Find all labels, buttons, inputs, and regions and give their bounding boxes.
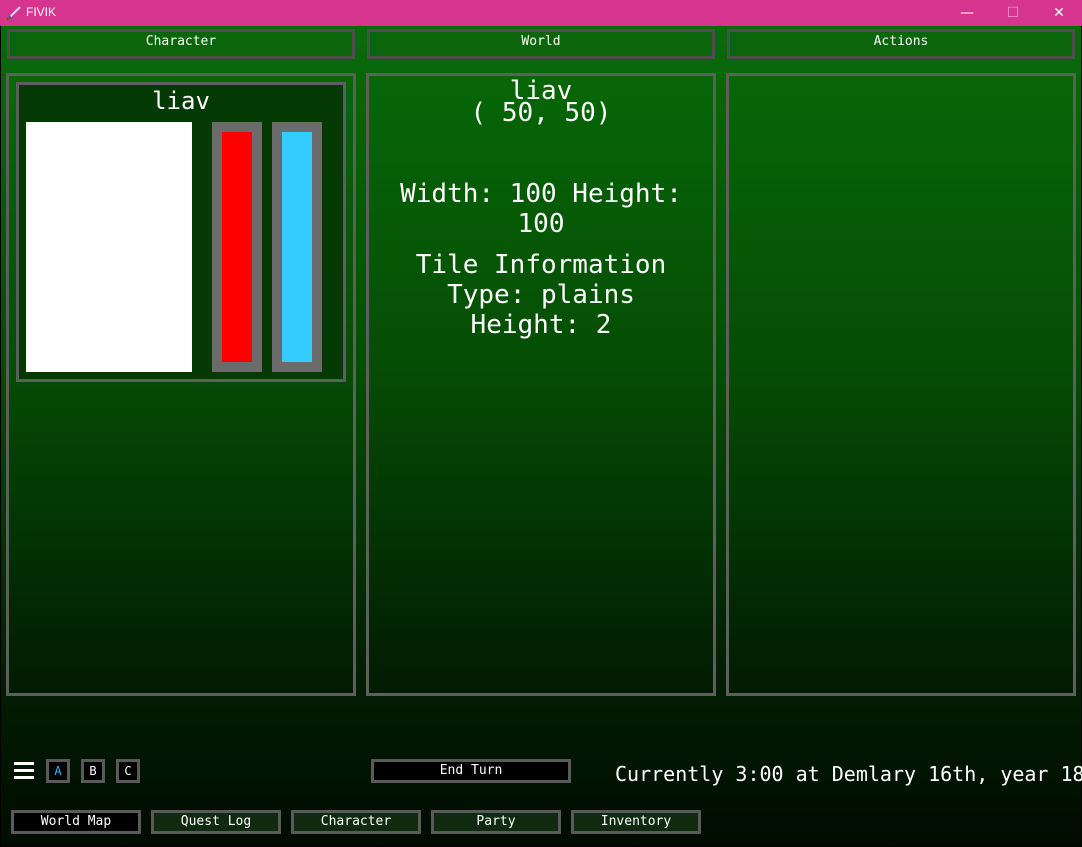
world-dimensions: Width: 100 Height: 100 bbox=[400, 179, 682, 239]
title-bar: FIVIK — ☐ ✕ bbox=[0, 0, 1082, 26]
nav-inventory-button[interactable]: Inventory bbox=[571, 810, 701, 834]
character-name: liav bbox=[152, 87, 210, 115]
character-portrait bbox=[26, 122, 192, 372]
health-bar-fill bbox=[222, 132, 252, 362]
world-coordinates: ( 50, 50) bbox=[470, 98, 612, 128]
end-turn-button[interactable]: End Turn bbox=[371, 759, 571, 783]
character-card[interactable]: liav bbox=[16, 82, 346, 382]
nav-party-button[interactable]: Party bbox=[431, 810, 561, 834]
tab-world[interactable]: World bbox=[367, 29, 715, 59]
layout-button-a[interactable]: A bbox=[46, 759, 70, 783]
layout-button-b[interactable]: B bbox=[81, 759, 105, 783]
tab-actions[interactable]: Actions bbox=[727, 29, 1075, 59]
world-panel: liav ( 50, 50) Width: 100 Height: 100 Ti… bbox=[366, 73, 716, 696]
window-title: FIVIK bbox=[26, 5, 57, 19]
minimize-button[interactable]: — bbox=[944, 0, 990, 26]
health-bar bbox=[212, 122, 262, 372]
game-time-status: Currently 3:00 at Demlary 16th, year 18 bbox=[615, 762, 1082, 786]
character-panel: liav bbox=[6, 73, 356, 696]
hamburger-menu-icon[interactable] bbox=[14, 762, 34, 780]
nav-quest-log-button[interactable]: Quest Log bbox=[151, 810, 281, 834]
tile-type: Type: plains bbox=[447, 280, 635, 310]
tile-height: Height: 2 bbox=[470, 310, 612, 340]
tile-info-heading: Tile Information bbox=[415, 250, 667, 280]
close-button[interactable]: ✕ bbox=[1036, 0, 1082, 26]
mana-bar bbox=[272, 122, 322, 372]
nav-character-button[interactable]: Character bbox=[291, 810, 421, 834]
actions-panel bbox=[726, 73, 1076, 696]
nav-world-map-button[interactable]: World Map bbox=[11, 810, 141, 834]
mana-bar-fill bbox=[282, 132, 312, 362]
game-client-area: Character World Actions liav liav ( 50, … bbox=[1, 26, 1082, 846]
maximize-button[interactable]: ☐ bbox=[990, 0, 1036, 26]
layout-button-c[interactable]: C bbox=[116, 759, 140, 783]
sword-icon bbox=[6, 6, 21, 21]
tab-character[interactable]: Character bbox=[7, 29, 355, 59]
